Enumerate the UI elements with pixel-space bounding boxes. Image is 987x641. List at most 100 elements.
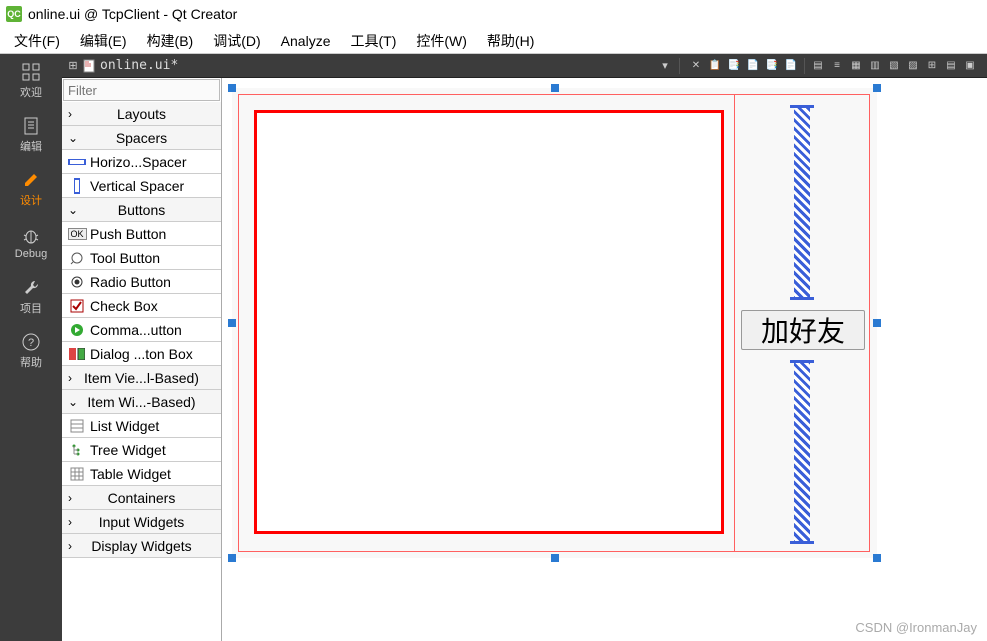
- resize-handle[interactable]: [228, 319, 236, 327]
- resize-handle[interactable]: [551, 84, 559, 92]
- vertical-spacer-bottom[interactable]: [794, 360, 810, 544]
- widget-category-header[interactable]: ⌄ Spacers: [62, 126, 221, 150]
- table-icon: [68, 466, 86, 482]
- activity-debug[interactable]: Debug: [0, 216, 62, 270]
- separator: [804, 58, 805, 74]
- category-label: Item Wi...-Based): [87, 394, 195, 410]
- widget-category-header[interactable]: › Display Widgets: [62, 534, 221, 558]
- widget-item[interactable]: Vertical Spacer: [62, 174, 221, 198]
- adjust-size-icon[interactable]: ▤: [942, 57, 960, 75]
- widget-category-header[interactable]: ›Item Vie...l-Based): [62, 366, 221, 390]
- preview-icon[interactable]: ▣: [961, 57, 979, 75]
- chevron-right-icon[interactable]: ›: [68, 371, 72, 385]
- add-friend-button[interactable]: 加好友: [741, 310, 865, 350]
- category-label: Spacers: [116, 130, 167, 146]
- resize-handle[interactable]: [873, 554, 881, 562]
- document-tab-bar: ⊞ online.ui* ▾ ✕ 📋 📑 📄 📑 📄 ▤ ≡ ▦ ▥ ▧ ▨ ⊞: [62, 54, 987, 78]
- close-icon[interactable]: ✕: [687, 57, 705, 75]
- text-edit-widget[interactable]: [254, 110, 724, 534]
- widget-item[interactable]: Dialog ...ton Box: [62, 342, 221, 366]
- design-canvas[interactable]: 加好友 CSDN @Ir: [222, 78, 987, 641]
- menu-analyze[interactable]: Analyze: [271, 30, 341, 52]
- widget-filter-input[interactable]: [63, 79, 220, 101]
- widget-item[interactable]: Horizo...Spacer: [62, 150, 221, 174]
- tree-icon: [68, 442, 86, 458]
- resize-handle[interactable]: [873, 84, 881, 92]
- widget-item[interactable]: Check Box: [62, 294, 221, 318]
- chevron-down-icon[interactable]: ⌄: [68, 203, 78, 217]
- menu-widgets[interactable]: 控件(W): [406, 28, 477, 54]
- designer-toolbar: ✕ 📋 📑 📄 📑 📄 ▤ ≡ ▦ ▥ ▧ ▨ ⊞ ▤ ▣: [687, 57, 983, 75]
- dup-icon[interactable]: 📑: [763, 57, 781, 75]
- separator: [679, 58, 680, 74]
- resize-handle[interactable]: [873, 319, 881, 327]
- cmd-icon: [68, 322, 86, 338]
- chevron-right-icon[interactable]: ›: [68, 491, 72, 505]
- layout-v-icon[interactable]: ≡: [828, 57, 846, 75]
- widget-item[interactable]: Table Widget: [62, 462, 221, 486]
- copy-icon[interactable]: 📋: [706, 57, 724, 75]
- widget-item-label: Dialog ...ton Box: [90, 346, 193, 362]
- layout-hsplit-icon[interactable]: ▦: [847, 57, 865, 75]
- category-label: Layouts: [117, 106, 166, 122]
- category-label: Buttons: [118, 202, 165, 218]
- resize-handle[interactable]: [551, 554, 559, 562]
- window-title-bar: QC online.ui @ TcpClient - Qt Creator: [0, 0, 987, 28]
- radio-icon: [68, 274, 86, 290]
- activity-welcome[interactable]: 欢迎: [0, 54, 62, 108]
- dropdown-icon[interactable]: ▾: [658, 59, 672, 73]
- layout-vsplit-icon[interactable]: ▥: [866, 57, 884, 75]
- activity-help[interactable]: ? 帮助: [0, 324, 62, 378]
- menu-tools[interactable]: 工具(T): [340, 28, 406, 54]
- activity-project[interactable]: 项目: [0, 270, 62, 324]
- menu-file[interactable]: 文件(F): [4, 28, 70, 54]
- menu-edit[interactable]: 编辑(E): [70, 28, 137, 54]
- widget-item[interactable]: List Widget: [62, 414, 221, 438]
- doc-icon[interactable]: 📄: [782, 57, 800, 75]
- widget-item[interactable]: Comma...utton: [62, 318, 221, 342]
- chevron-right-icon[interactable]: ›: [68, 539, 72, 553]
- resize-handle[interactable]: [228, 554, 236, 562]
- activity-edit[interactable]: 编辑: [0, 108, 62, 162]
- activity-label: 项目: [20, 300, 42, 316]
- activity-design[interactable]: 设计: [0, 162, 62, 216]
- widget-tree[interactable]: › Layouts ⌄ Spacers Horizo...Spacer Vertical …: [62, 102, 221, 641]
- chevron-right-icon[interactable]: ›: [68, 515, 72, 529]
- widget-category-header[interactable]: › Layouts: [62, 102, 221, 126]
- check-icon: [68, 298, 86, 314]
- widget-item[interactable]: Tool Button: [62, 246, 221, 270]
- button-label: 加好友: [761, 310, 845, 350]
- widget-category-header[interactable]: ⌄ Buttons: [62, 198, 221, 222]
- widget-item[interactable]: Radio Button: [62, 270, 221, 294]
- vertical-spacer-top[interactable]: [794, 105, 810, 300]
- menu-debug[interactable]: 调试(D): [203, 28, 270, 54]
- widget-category-header[interactable]: ›Input Widgets: [62, 510, 221, 534]
- menu-help[interactable]: 帮助(H): [477, 28, 544, 54]
- activity-label: 欢迎: [20, 84, 42, 100]
- widget-item-label: Horizo...Spacer: [90, 154, 186, 170]
- layout-grid-icon[interactable]: ▧: [885, 57, 903, 75]
- widget-category-header[interactable]: ⌄ Item Wi...-Based): [62, 390, 221, 414]
- document-icon: [21, 116, 41, 136]
- chevron-down-icon[interactable]: ⌄: [68, 395, 78, 409]
- widget-item-label: Vertical Spacer: [90, 178, 184, 194]
- nav-icon[interactable]: ⊞: [66, 59, 80, 73]
- document-filename[interactable]: online.ui*: [100, 58, 654, 73]
- layout-break-icon[interactable]: ⊞: [923, 57, 941, 75]
- category-label: Display Widgets: [91, 538, 191, 554]
- widget-item[interactable]: OKPush Button: [62, 222, 221, 246]
- cut-icon[interactable]: 📄: [744, 57, 762, 75]
- chevron-down-icon[interactable]: ⌄: [68, 131, 78, 145]
- widget-item[interactable]: Tree Widget: [62, 438, 221, 462]
- layout-h-icon[interactable]: ▤: [809, 57, 827, 75]
- resize-handle[interactable]: [228, 84, 236, 92]
- widget-category-header[interactable]: ›Containers: [62, 486, 221, 510]
- menu-build[interactable]: 构建(B): [137, 28, 204, 54]
- qtcreator-logo-icon: QC: [6, 6, 22, 22]
- form-widget[interactable]: 加好友: [232, 88, 877, 558]
- layout-form-icon[interactable]: ▨: [904, 57, 922, 75]
- ok-icon: OK: [68, 226, 86, 242]
- chevron-right-icon[interactable]: ›: [68, 107, 72, 121]
- widget-item-label: List Widget: [90, 418, 159, 434]
- paste-icon[interactable]: 📑: [725, 57, 743, 75]
